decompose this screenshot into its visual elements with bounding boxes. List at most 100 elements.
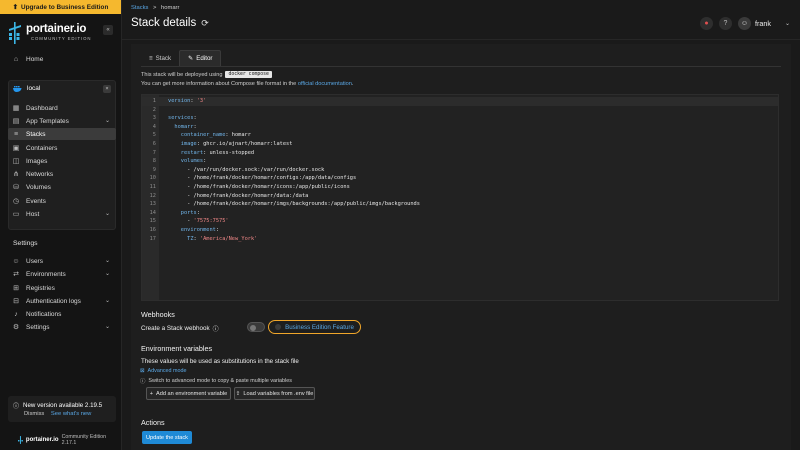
line-number: 13 bbox=[149, 201, 156, 208]
line-number: 14 bbox=[149, 209, 156, 216]
images-icon: ◫ bbox=[12, 158, 20, 165]
sidebar-item-authentication-logs[interactable]: ⊟ Authentication logs ⌄ bbox=[8, 295, 116, 307]
code-icon: ⊠ bbox=[140, 368, 145, 374]
line-number: 1 bbox=[152, 98, 156, 104]
notifications-button[interactable]: ● bbox=[700, 17, 713, 30]
code-line[interactable]: 7 restart: unless-stopped bbox=[142, 149, 778, 158]
tab-label: Stack bbox=[155, 54, 172, 62]
line-number: 17 bbox=[149, 235, 156, 242]
code-text: restart: unless-stopped bbox=[180, 149, 255, 156]
chevron-down-icon[interactable]: ⌄ bbox=[785, 20, 790, 27]
code-line[interactable]: 2 bbox=[142, 106, 778, 115]
registries-icon: ⊞ bbox=[13, 285, 19, 292]
dismiss-link[interactable]: Dismiss bbox=[24, 411, 44, 417]
load-env-file-button[interactable]: ⇪ Load variables from .env file bbox=[234, 387, 315, 400]
host-icon: ▭ bbox=[12, 211, 20, 218]
sidebar-item-label: Host bbox=[26, 210, 40, 218]
briefcase-icon bbox=[275, 324, 282, 330]
official-docs-link[interactable]: official documentation bbox=[298, 81, 352, 87]
sidebar-item-events[interactable]: ◷ Events bbox=[8, 195, 116, 207]
collapse-sidebar-button[interactable]: « bbox=[103, 25, 113, 35]
sidebar-item-home[interactable]: ⌂ Home bbox=[8, 53, 116, 65]
sidebar-item-settings[interactable]: ⚙ Settings ⌄ bbox=[8, 321, 116, 333]
code-editor[interactable]: 1 version: '3' 2 3 services: 4 homarr: 5 conta… bbox=[141, 94, 779, 301]
sidebar-item-dashboard[interactable]: ▦ Dashboard bbox=[8, 102, 116, 114]
sidebar-item-stacks[interactable]: ≡ Stacks bbox=[8, 128, 116, 140]
sidebar-item-label: Images bbox=[26, 157, 48, 165]
code-line[interactable]: 4 homarr: bbox=[142, 123, 778, 132]
sidebar-item-label: Containers bbox=[26, 144, 58, 152]
env-vars-title: Environment variables bbox=[141, 344, 213, 353]
environment-header: local bbox=[13, 85, 40, 92]
upgrade-icon: ⬆ bbox=[12, 4, 18, 11]
sidebar-item-label: Registries bbox=[26, 284, 55, 292]
code-line[interactable]: 17 TZ: 'America/New_York' bbox=[142, 235, 778, 244]
sidebar-item-label: Notifications bbox=[26, 310, 62, 318]
top-header: Stacks > homarr Stack details ⟳ ● ? ☺ fr… bbox=[122, 0, 800, 40]
code-line[interactable]: 16 environment: bbox=[142, 226, 778, 235]
sidebar-item-registries[interactable]: ⊞ Registries bbox=[8, 282, 116, 294]
code-line[interactable]: 3 services: bbox=[142, 114, 778, 123]
upload-icon: ⇪ bbox=[235, 390, 241, 397]
tab-stack[interactable]: ≡ Stack bbox=[141, 50, 179, 66]
stack-details-panel: ≡ Stack ✎ Editor This stack will be depl… bbox=[131, 44, 791, 450]
add-env-variable-button[interactable]: + Add an environment variable bbox=[146, 387, 231, 400]
line-number: 6 bbox=[152, 141, 156, 147]
close-environment-button[interactable]: × bbox=[103, 85, 111, 93]
code-line[interactable]: 14 ports: bbox=[142, 209, 778, 218]
close-icon: × bbox=[105, 86, 109, 92]
sidebar-item-notifications[interactable]: ♪ Notifications bbox=[8, 308, 116, 320]
code-line[interactable]: 1 version: '3' bbox=[142, 97, 778, 106]
sidebar-item-app-templates[interactable]: ▤ App Templates ⌄ bbox=[8, 115, 116, 127]
breadcrumb: Stacks > homarr bbox=[131, 5, 179, 11]
help-icon[interactable]: ⓘ bbox=[213, 324, 219, 333]
sidebar-item-environments[interactable]: ⇄ Environments ⌄ bbox=[8, 268, 116, 280]
code-line[interactable]: 6 image: ghcr.io/ajnart/homarr:latest bbox=[142, 140, 778, 149]
code-text: ports: bbox=[180, 209, 200, 216]
code-line[interactable]: 10 - /home/frank/docker/homarr/configs:/… bbox=[142, 174, 778, 183]
breadcrumb-current: homarr bbox=[161, 5, 180, 11]
code-line[interactable]: 9 - /var/run/docker.sock:/var/run/docker… bbox=[142, 166, 778, 175]
list-icon: ≡ bbox=[149, 54, 153, 62]
business-edition-label: Business Edition Feature bbox=[285, 323, 354, 331]
update-links: Dismiss See what's new bbox=[24, 411, 91, 417]
tab-editor[interactable]: ✎ Editor bbox=[179, 50, 222, 66]
code-line[interactable]: 11 - /home/frank/docker/homarr/icons:/ap… bbox=[142, 183, 778, 192]
page-title-text: Stack details bbox=[131, 17, 197, 29]
code-text: - /home/frank/docker/homarr/configs:/app… bbox=[168, 175, 357, 182]
code-text: image: ghcr.io/ajnart/homarr:latest bbox=[180, 141, 293, 147]
code-line[interactable]: 15 - '7575:7575' bbox=[142, 217, 778, 226]
line-number: 9 bbox=[152, 166, 156, 173]
code-line[interactable]: 8 volumes: bbox=[142, 157, 778, 166]
containers-icon: ▣ bbox=[12, 145, 20, 152]
sidebar-item-host[interactable]: ▭ Host ⌄ bbox=[8, 208, 116, 220]
help-button[interactable]: ? bbox=[719, 17, 732, 30]
sidebar-item-users[interactable]: ☺ Users ⌄ bbox=[8, 255, 116, 267]
auth-logs-icon: ⊟ bbox=[13, 298, 19, 305]
whats-new-link[interactable]: See what's new bbox=[51, 411, 91, 417]
upgrade-banner[interactable]: ⬆ Upgrade to Business Edition bbox=[0, 0, 121, 14]
code-line[interactable]: 5 container_name: homarr bbox=[142, 131, 778, 140]
logo[interactable]: portainer.io COMMUNITY EDITION bbox=[8, 22, 116, 46]
webhook-toggle[interactable] bbox=[247, 322, 265, 332]
code-line[interactable]: 13 - /home/frank/docker/homarr/imgs/back… bbox=[142, 200, 778, 209]
code-line[interactable]: 12 - /home/frank/docker/homarr/data:/dat… bbox=[142, 192, 778, 201]
sidebar-item-networks[interactable]: ⋔ Networks bbox=[8, 168, 116, 180]
update-stack-button[interactable]: Update the stack bbox=[142, 431, 192, 444]
user-name[interactable]: frank bbox=[755, 19, 771, 28]
advanced-mode-link[interactable]: ⊠ Advanced mode bbox=[140, 368, 187, 374]
user-avatar-icon[interactable]: ☺ bbox=[738, 17, 751, 30]
sidebar-item-images[interactable]: ◫ Images bbox=[8, 155, 116, 167]
sidebar-item-label: Dashboard bbox=[26, 104, 58, 112]
code-text: - /home/frank/docker/homarr/imgs/backgro… bbox=[168, 201, 420, 208]
sidebar-item-label: Networks bbox=[26, 170, 54, 178]
business-edition-badge[interactable]: Business Edition Feature bbox=[268, 320, 361, 334]
sidebar-item-volumes[interactable]: ⛁ Volumes bbox=[8, 181, 116, 193]
environment-name: local bbox=[27, 85, 41, 92]
breadcrumb-stacks-link[interactable]: Stacks bbox=[131, 5, 148, 11]
tab-divider bbox=[141, 66, 781, 67]
refresh-icon[interactable]: ⟳ bbox=[201, 18, 209, 29]
compose-info: You can get more information about Compo… bbox=[141, 81, 353, 87]
sidebar-item-containers[interactable]: ▣ Containers bbox=[8, 142, 116, 154]
sidebar-item-label: Volumes bbox=[26, 183, 51, 191]
